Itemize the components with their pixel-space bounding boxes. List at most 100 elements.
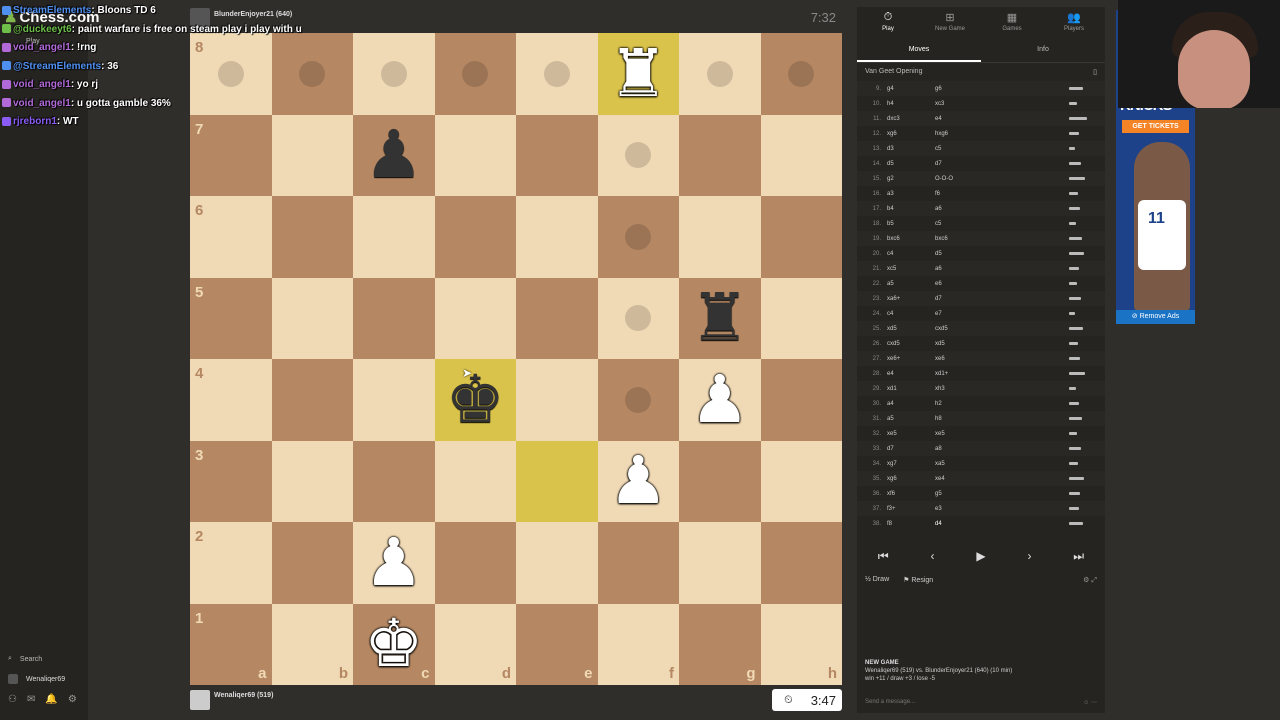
sidebar-search[interactable]: ⌕ Search — [8, 655, 42, 663]
square-b1[interactable]: b — [271, 603, 353, 685]
square-d7[interactable] — [434, 114, 516, 196]
legal-move-dot[interactable] — [788, 60, 815, 87]
white-move[interactable]: b5 — [887, 221, 935, 227]
tab-moves[interactable]: Moves — [857, 41, 981, 62]
square-b6[interactable] — [271, 196, 353, 278]
white-move[interactable]: bxc6 — [887, 236, 935, 242]
square-h4[interactable] — [760, 359, 842, 441]
black-move[interactable]: bxc6 — [935, 236, 995, 242]
square-d3[interactable] — [434, 440, 516, 522]
square-f7[interactable] — [597, 114, 679, 196]
square-c5[interactable] — [353, 277, 435, 359]
black-move[interactable]: f6 — [935, 191, 995, 197]
black-move[interactable]: xd5 — [935, 341, 995, 347]
white-move[interactable]: b4 — [887, 206, 935, 212]
tab-new-game[interactable]: ⊞ New Game — [919, 7, 981, 37]
chat-username[interactable]: StreamElements — [13, 5, 91, 16]
square-a4[interactable]: 4 — [190, 359, 272, 441]
sidebar-user[interactable]: Wenaliqer69 — [8, 674, 65, 684]
black-move[interactable]: cxd5 — [935, 326, 995, 332]
black-move[interactable]: h8 — [935, 416, 995, 422]
chat-username[interactable]: void_angel1 — [13, 42, 71, 53]
square-f2[interactable] — [597, 522, 679, 604]
black-move[interactable]: e6 — [935, 281, 995, 287]
legal-move-dot[interactable] — [543, 60, 570, 87]
black-move[interactable]: d7 — [935, 161, 995, 167]
white-move[interactable]: c4 — [887, 311, 935, 317]
last-move-button[interactable]: ⏭ — [1073, 549, 1084, 564]
legal-move-dot[interactable] — [625, 386, 652, 413]
square-b5[interactable] — [271, 277, 353, 359]
square-a3[interactable]: 3 — [190, 440, 272, 522]
square-f6[interactable] — [597, 196, 679, 278]
black-move[interactable]: e4 — [935, 116, 995, 122]
square-b4[interactable] — [271, 359, 353, 441]
square-h1[interactable]: h — [760, 603, 842, 685]
ad-get-tickets-button[interactable]: GET TICKETS — [1122, 120, 1189, 133]
square-f5[interactable] — [597, 277, 679, 359]
play-button[interactable]: ▶ — [976, 549, 985, 563]
white-move[interactable]: xc5 — [887, 266, 935, 272]
square-e6[interactable] — [516, 196, 598, 278]
square-e1[interactable]: e — [516, 603, 598, 685]
square-a5[interactable]: 5 — [190, 277, 272, 359]
opponent-name[interactable]: BlunderEnjoyer21 (640) — [214, 11, 292, 18]
white-move[interactable]: xa6+ — [887, 296, 935, 302]
white-move[interactable]: dxc3 — [887, 116, 935, 122]
square-h7[interactable] — [760, 114, 842, 196]
gear-icon[interactable]: ⚙ — [68, 694, 77, 705]
chess-board[interactable]: 8 7 6 5 4 3 2 1 a b c d e f g h ♜ ♟ ♜ ♚ ♟ ♟ ♟ ♚ — [190, 33, 842, 685]
legal-move-dot[interactable] — [462, 60, 489, 87]
black-move[interactable]: e3 — [935, 506, 995, 512]
white-move[interactable]: d5 — [887, 161, 935, 167]
square-d6[interactable] — [434, 196, 516, 278]
black-move[interactable]: xd1+ — [935, 371, 995, 377]
legal-move-dot[interactable] — [217, 60, 244, 87]
chat-input[interactable]: Send a message... ☺ ⋯ — [861, 695, 1101, 709]
friends-icon[interactable]: ⚇ — [8, 694, 17, 705]
square-g2[interactable] — [679, 522, 761, 604]
white-move[interactable]: a5 — [887, 416, 935, 422]
square-g6[interactable] — [679, 196, 761, 278]
black-move[interactable]: xc3 — [935, 101, 995, 107]
black-move[interactable]: xe6 — [935, 356, 995, 362]
resign-button[interactable]: ⚑ Resign — [903, 576, 933, 585]
black-move[interactable]: d4 — [935, 521, 995, 527]
player-name[interactable]: Wenaliqer69 (519) — [214, 692, 273, 699]
opening-name[interactable]: Van Geet Opening — [865, 68, 922, 76]
mail-icon[interactable]: ✉ — [27, 694, 35, 705]
draw-button[interactable]: ½ Draw — [865, 576, 889, 585]
legal-move-dot[interactable] — [380, 60, 407, 87]
square-e2[interactable] — [516, 522, 598, 604]
book-icon[interactable]: ▯ — [1093, 68, 1097, 76]
legal-move-dot[interactable] — [706, 60, 733, 87]
chat-username[interactable]: @duckeeyt6 — [13, 24, 72, 35]
first-move-button[interactable]: ⏮ — [878, 549, 889, 564]
white-move[interactable]: xd1 — [887, 386, 935, 392]
white-move[interactable]: xd5 — [887, 326, 935, 332]
white-move[interactable]: d3 — [887, 146, 935, 152]
white-move[interactable]: g4 — [887, 86, 935, 92]
square-e5[interactable] — [516, 277, 598, 359]
white-pawn-icon[interactable]: ♟ — [679, 359, 761, 441]
legal-move-dot[interactable] — [625, 305, 652, 332]
legal-move-dot[interactable] — [299, 60, 326, 87]
black-move[interactable]: xa5 — [935, 461, 995, 467]
white-move[interactable]: h4 — [887, 101, 935, 107]
chat-username[interactable]: void_angel1 — [13, 98, 71, 109]
square-d2[interactable] — [434, 522, 516, 604]
white-move[interactable]: xe5 — [887, 431, 935, 437]
black-move[interactable]: xe4 — [935, 476, 995, 482]
square-e4[interactable] — [516, 359, 598, 441]
black-move[interactable]: c5 — [935, 146, 995, 152]
panel-tools[interactable]: ⚙ ⤢ — [1083, 576, 1097, 585]
white-pawn-icon[interactable]: ♟ — [598, 441, 680, 523]
white-move[interactable]: xg7 — [887, 461, 935, 467]
emoji-icon[interactable]: ☺ ⋯ — [1083, 699, 1097, 706]
square-e7[interactable] — [516, 114, 598, 196]
white-rook-icon[interactable]: ♜ — [598, 33, 680, 115]
tab-games[interactable]: ▦ Games — [981, 7, 1043, 37]
chat-username[interactable]: @StreamElements — [13, 61, 101, 72]
square-b7[interactable] — [271, 114, 353, 196]
next-move-button[interactable]: › — [1027, 549, 1031, 563]
